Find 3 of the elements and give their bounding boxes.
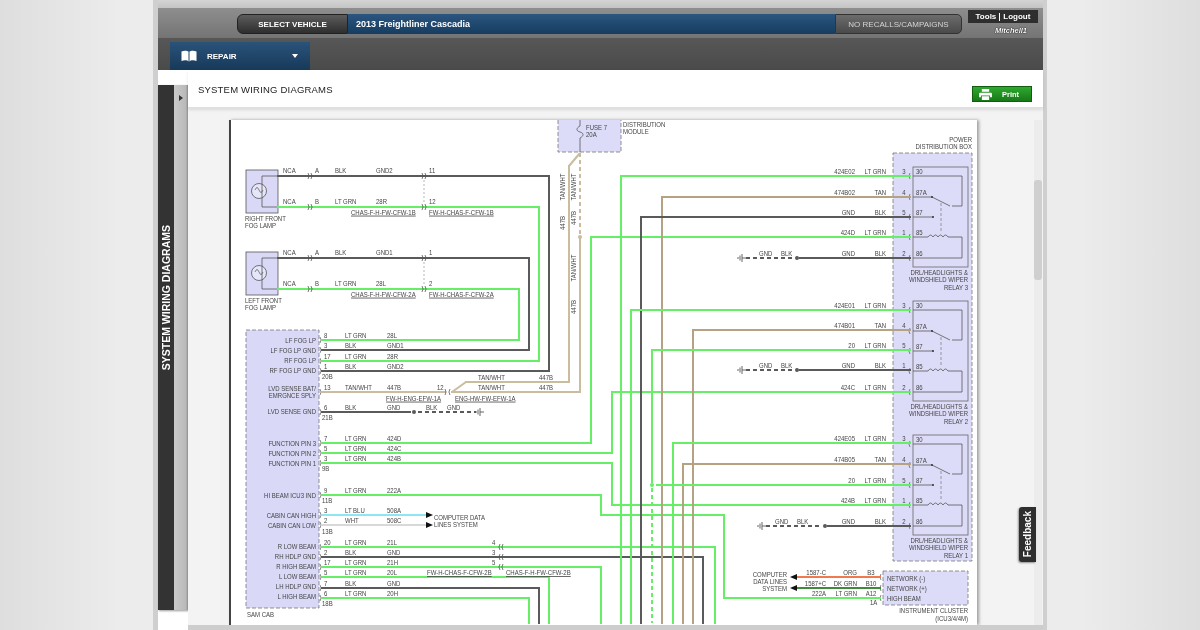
vehicle-name-bar: 2013 Freightliner Cascadia [348, 14, 835, 34]
page-title: SYSTEM WIRING DIAGRAMS [198, 83, 333, 95]
side-panel-title: SYSTEM WIRING DIAGRAMS [160, 225, 172, 371]
